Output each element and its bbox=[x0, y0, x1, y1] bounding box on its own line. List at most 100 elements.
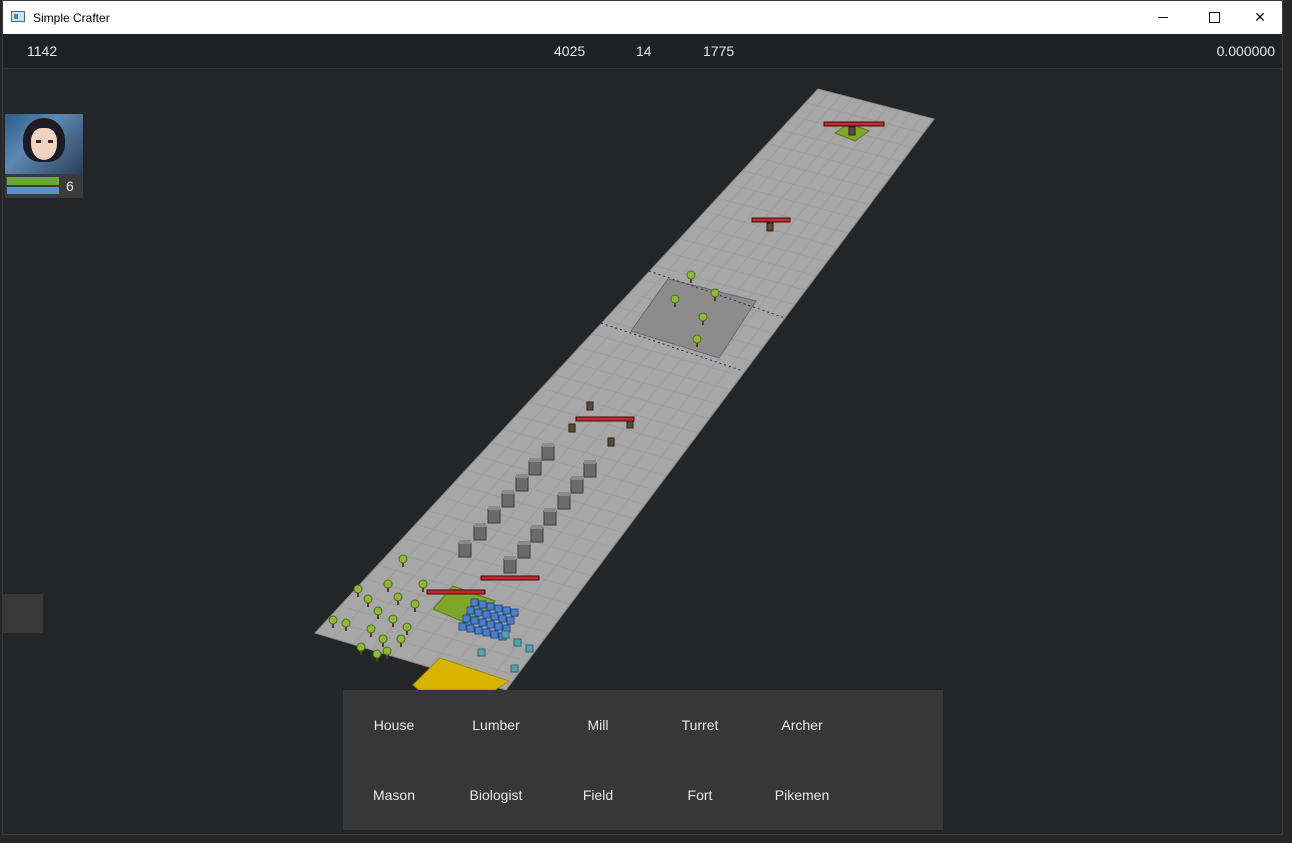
tree[interactable] bbox=[382, 646, 392, 659]
train-mason-button[interactable]: Mason bbox=[343, 760, 445, 830]
blue-unit[interactable] bbox=[478, 600, 487, 609]
tree-leaves bbox=[356, 642, 366, 652]
blue-unit[interactable] bbox=[458, 622, 467, 631]
blue-unit[interactable] bbox=[466, 606, 475, 615]
grid-line bbox=[448, 109, 900, 674]
grid-line bbox=[391, 100, 865, 656]
enemy-unit[interactable] bbox=[607, 437, 615, 447]
tower-body bbox=[515, 476, 529, 492]
tree-leaves bbox=[328, 615, 338, 625]
health-bar bbox=[751, 217, 791, 223]
tower-top bbox=[502, 490, 514, 494]
build-lumber-button[interactable]: Lumber bbox=[445, 690, 547, 760]
blue-unit[interactable] bbox=[494, 622, 503, 631]
build-turret-button[interactable]: Turret bbox=[649, 690, 751, 760]
blue-unit[interactable] bbox=[506, 616, 515, 625]
tower[interactable] bbox=[517, 541, 531, 559]
tower[interactable] bbox=[501, 490, 515, 508]
grid-line bbox=[372, 97, 854, 651]
blue-unit[interactable] bbox=[478, 618, 487, 627]
enemy-unit[interactable] bbox=[586, 401, 594, 411]
tree-leaves bbox=[396, 634, 406, 644]
blue-unit[interactable] bbox=[474, 626, 483, 635]
tower-top bbox=[516, 474, 528, 478]
grid-line bbox=[429, 106, 888, 668]
blue-unit[interactable] bbox=[490, 612, 499, 621]
blue-unit[interactable] bbox=[470, 616, 479, 625]
build-house-button[interactable]: House bbox=[343, 690, 445, 760]
tower[interactable] bbox=[530, 525, 544, 543]
hero-card[interactable]: 6 bbox=[5, 114, 83, 198]
tower-top bbox=[504, 556, 516, 560]
blue-unit[interactable] bbox=[466, 624, 475, 633]
tree-leaves bbox=[670, 294, 680, 304]
tower[interactable] bbox=[543, 508, 557, 526]
enemy-unit[interactable] bbox=[568, 423, 576, 433]
tree-leaves bbox=[398, 554, 408, 564]
worker-unit[interactable] bbox=[477, 648, 486, 657]
tower[interactable] bbox=[458, 540, 472, 558]
tree-leaves bbox=[393, 592, 403, 602]
train-biologist-button[interactable]: Biologist bbox=[445, 760, 547, 830]
blue-unit[interactable] bbox=[510, 608, 519, 617]
build-menu: House Lumber Mill Turret Archer Mason Bi… bbox=[343, 690, 943, 830]
blue-unit[interactable] bbox=[490, 630, 499, 639]
hero-mana-bar bbox=[7, 187, 59, 194]
health-bar bbox=[480, 575, 540, 581]
tree[interactable] bbox=[372, 649, 382, 662]
tower-body bbox=[458, 542, 472, 558]
worker-unit[interactable] bbox=[513, 638, 522, 647]
hero-portrait bbox=[5, 114, 83, 174]
blue-unit[interactable] bbox=[482, 628, 491, 637]
tree-leaves bbox=[418, 579, 428, 589]
tower[interactable] bbox=[557, 492, 571, 510]
tower[interactable] bbox=[503, 556, 517, 574]
tree-leaves bbox=[341, 618, 351, 628]
blue-unit[interactable] bbox=[474, 608, 483, 617]
tower-top bbox=[558, 492, 570, 496]
build-mill-button[interactable]: Mill bbox=[547, 690, 649, 760]
tree-leaves bbox=[410, 599, 420, 609]
tree-leaves bbox=[373, 606, 383, 616]
enemy-unit[interactable] bbox=[766, 222, 774, 232]
tower-top bbox=[474, 523, 486, 527]
tree-leaves bbox=[686, 270, 696, 280]
game-window: Simple Crafter ✕ 1142 4025 14 1775 0.000… bbox=[2, 0, 1283, 835]
worker-unit[interactable] bbox=[525, 644, 534, 653]
tower-body bbox=[530, 527, 544, 543]
tower[interactable] bbox=[583, 460, 597, 478]
train-archer-button[interactable]: Archer bbox=[751, 690, 853, 760]
worker-unit[interactable] bbox=[501, 630, 510, 639]
tower-body bbox=[570, 478, 584, 494]
blue-unit[interactable] bbox=[486, 602, 495, 611]
tower[interactable] bbox=[570, 476, 584, 494]
tower[interactable] bbox=[515, 474, 529, 492]
grid-line bbox=[410, 103, 877, 662]
tree-leaves bbox=[388, 614, 398, 624]
tower[interactable] bbox=[541, 443, 555, 461]
tree-leaves bbox=[402, 622, 412, 632]
map-ground[interactable] bbox=[314, 88, 935, 691]
blue-unit[interactable] bbox=[482, 610, 491, 619]
tower[interactable] bbox=[487, 506, 501, 524]
tower-body bbox=[583, 462, 597, 478]
blue-unit[interactable] bbox=[486, 620, 495, 629]
tree-leaves bbox=[363, 594, 373, 604]
build-field-button[interactable]: Field bbox=[547, 760, 649, 830]
tower[interactable] bbox=[528, 458, 542, 476]
build-fort-button[interactable]: Fort bbox=[649, 760, 751, 830]
tree-leaves bbox=[382, 646, 392, 656]
blue-unit[interactable] bbox=[494, 604, 503, 613]
tower-top bbox=[488, 506, 500, 510]
tower-body bbox=[517, 543, 531, 559]
blue-unit[interactable] bbox=[498, 614, 507, 623]
blue-unit[interactable] bbox=[462, 614, 471, 623]
tree[interactable] bbox=[356, 642, 366, 655]
tower[interactable] bbox=[473, 523, 487, 541]
enemy-unit[interactable] bbox=[848, 126, 856, 136]
tree-leaves bbox=[372, 649, 382, 659]
train-pikemen-button[interactable]: Pikemen bbox=[751, 760, 853, 830]
blue-unit[interactable] bbox=[470, 598, 479, 607]
blue-unit[interactable] bbox=[502, 606, 511, 615]
worker-unit[interactable] bbox=[510, 664, 519, 673]
